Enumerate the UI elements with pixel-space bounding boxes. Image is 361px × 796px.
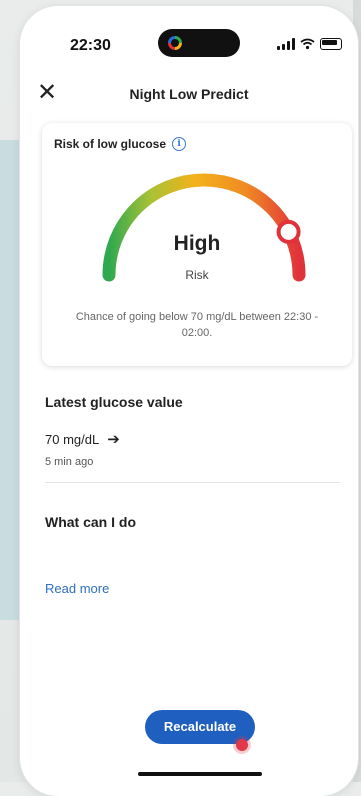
risk-card-label: Risk of low glucose (54, 137, 167, 151)
page-title: Night Low Predict (129, 86, 249, 102)
risk-description: Chance of going below 70 mg/dL between 2… (75, 311, 319, 339)
divider (45, 482, 340, 483)
app-indicator-icon (168, 36, 182, 50)
status-bar: 22:30 (20, 6, 358, 70)
arrow-right-icon: ➔ (107, 431, 120, 448)
home-indicator[interactable] (138, 772, 262, 776)
status-time: 22:30 (70, 37, 111, 54)
wifi-icon (300, 38, 315, 50)
gauge-arc (102, 173, 306, 282)
status-icons (277, 38, 342, 50)
battery-icon (320, 38, 342, 50)
dynamic-island (158, 29, 240, 57)
glucose-row: 70 mg/dL ➔ (45, 430, 120, 448)
what-can-i-do-title: What can I do (45, 514, 136, 530)
header: ✕ Night Low Predict (20, 72, 358, 116)
phone-screen: 22:30 ✕ Night Low Predict Risk of low gl… (20, 6, 358, 796)
signal-icon (277, 38, 295, 50)
latest-glucose-title: Latest glucose value (45, 394, 183, 410)
risk-label: Risk (185, 268, 209, 282)
info-icon[interactable]: i (172, 137, 187, 151)
risk-level: High (173, 232, 221, 255)
glucose-value: 70 mg/dL (45, 431, 100, 447)
risk-card-header: Risk of low glucose i (54, 137, 187, 151)
touch-indicator (236, 739, 248, 751)
read-more-link[interactable]: Read more (45, 581, 109, 596)
risk-card: Risk of low glucose i High Risk Chance o… (42, 123, 352, 366)
glucose-timestamp: 5 min ago (45, 456, 94, 468)
